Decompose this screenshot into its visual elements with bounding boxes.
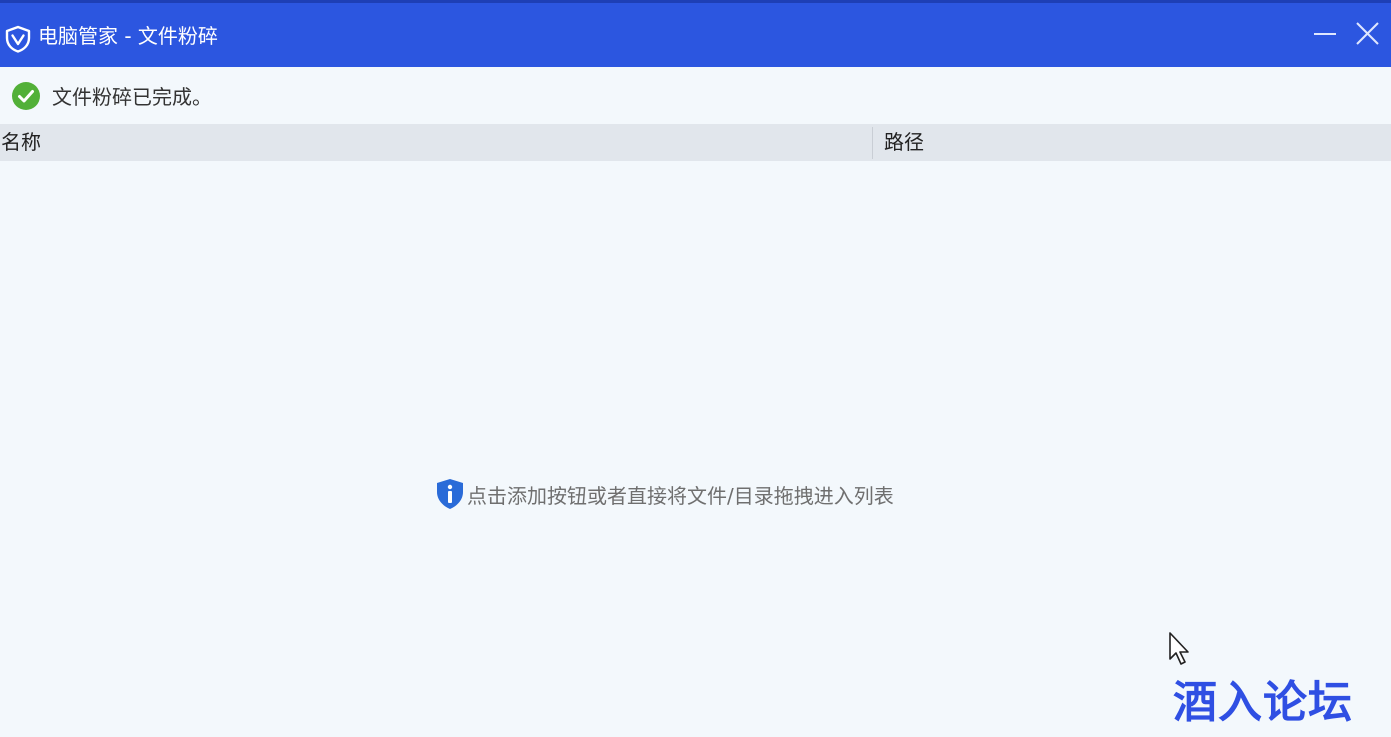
table-header: 名称 路径	[0, 124, 1391, 161]
minimize-icon	[1314, 33, 1336, 35]
watermark-text: 酒入论坛	[1173, 677, 1353, 728]
check-circle-icon	[12, 82, 40, 110]
mouse-cursor-icon	[1169, 632, 1189, 665]
minimize-button[interactable]	[1308, 17, 1342, 51]
close-icon	[1356, 22, 1379, 45]
close-button[interactable]	[1350, 17, 1384, 51]
column-header-path[interactable]: 路径	[884, 124, 1391, 161]
empty-state-hint: 点击添加按钮或者直接将文件/目录拖拽进入列表	[435, 477, 894, 511]
status-message: 文件粉碎已完成。	[52, 85, 212, 109]
title-bar: 电脑管家 - 文件粉碎	[0, 0, 1391, 67]
shield-logo-icon	[5, 25, 31, 53]
column-header-name[interactable]: 名称	[0, 124, 871, 161]
status-bar: 文件粉碎已完成。	[0, 67, 1391, 124]
window-title: 电脑管家 - 文件粉碎	[38, 24, 218, 48]
column-divider[interactable]	[872, 127, 873, 159]
info-shield-icon	[437, 479, 463, 509]
empty-state-text: 点击添加按钮或者直接将文件/目录拖拽进入列表	[467, 483, 894, 508]
